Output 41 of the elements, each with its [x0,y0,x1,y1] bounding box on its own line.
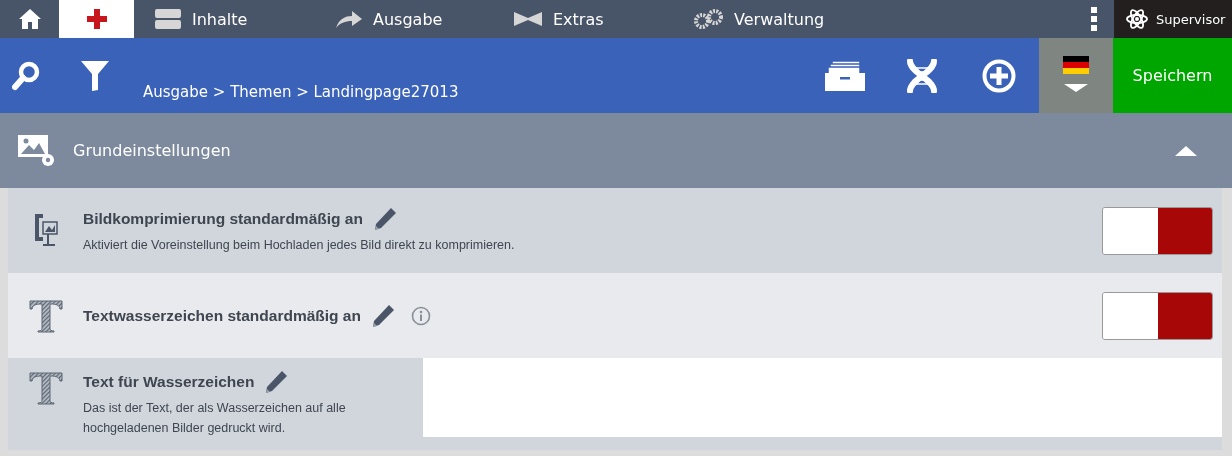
user-button[interactable]: Supervisor [1114,0,1232,38]
clamp-icon [32,212,59,249]
pencil-icon [370,303,395,328]
pencil-icon [372,206,397,231]
nav-tab[interactable]: Inhalte [134,0,315,38]
setting-title: Text für Wasserzeichen [83,373,255,391]
setting-title: Bildkomprimierung standardmäßig an [83,209,363,228]
setting-description: Das ist der Text, der als Wasserzeichen auf alle hochgeladenen Bilder gedruckt wird. [83,400,347,437]
letter-t-icon [27,370,64,406]
setting-description: Aktiviert die Voreinstellung beim Hochladen jedes Bild direkt zu komprimieren. [83,236,515,254]
setting-title: Textwasserzeichen standardmäßig an [83,306,361,325]
language-button[interactable] [1039,38,1113,113]
card-box-icon [823,58,866,93]
filter-icon [80,59,110,92]
edit-button[interactable] [370,303,395,328]
edit-button[interactable] [264,370,289,394]
first-aid-tab[interactable] [59,0,134,38]
nav-tab[interactable]: Verwaltung [674,0,874,38]
edit-button[interactable] [372,206,397,231]
info-icon[interactable] [410,305,431,326]
nav-tab[interactable]: Ausgabe [315,0,493,38]
cross-icon [86,9,107,29]
kebab-icon [1091,7,1097,31]
rows-icon [154,8,182,30]
bow-tie-icon [513,10,543,28]
gears-icon [694,9,724,29]
letter-t-icon [27,297,64,334]
image-settings-icon [17,133,57,168]
home-icon [17,8,42,30]
toggle-switch[interactable] [1102,206,1213,255]
add-icon [981,58,1016,93]
breadcrumb: Ausgabe > Themen > Landingpage27013 [143,83,459,101]
pencil-icon [264,370,289,394]
section-title: Grundeinstellungen [73,141,231,160]
toggle-switch[interactable] [1102,291,1213,340]
dna-icon [904,58,939,93]
search-icon [12,60,40,91]
arrow-icon [335,9,363,29]
atom-icon [1126,8,1148,30]
caret-up-icon [1175,145,1197,156]
nav-tab[interactable]: Extras [493,0,674,38]
